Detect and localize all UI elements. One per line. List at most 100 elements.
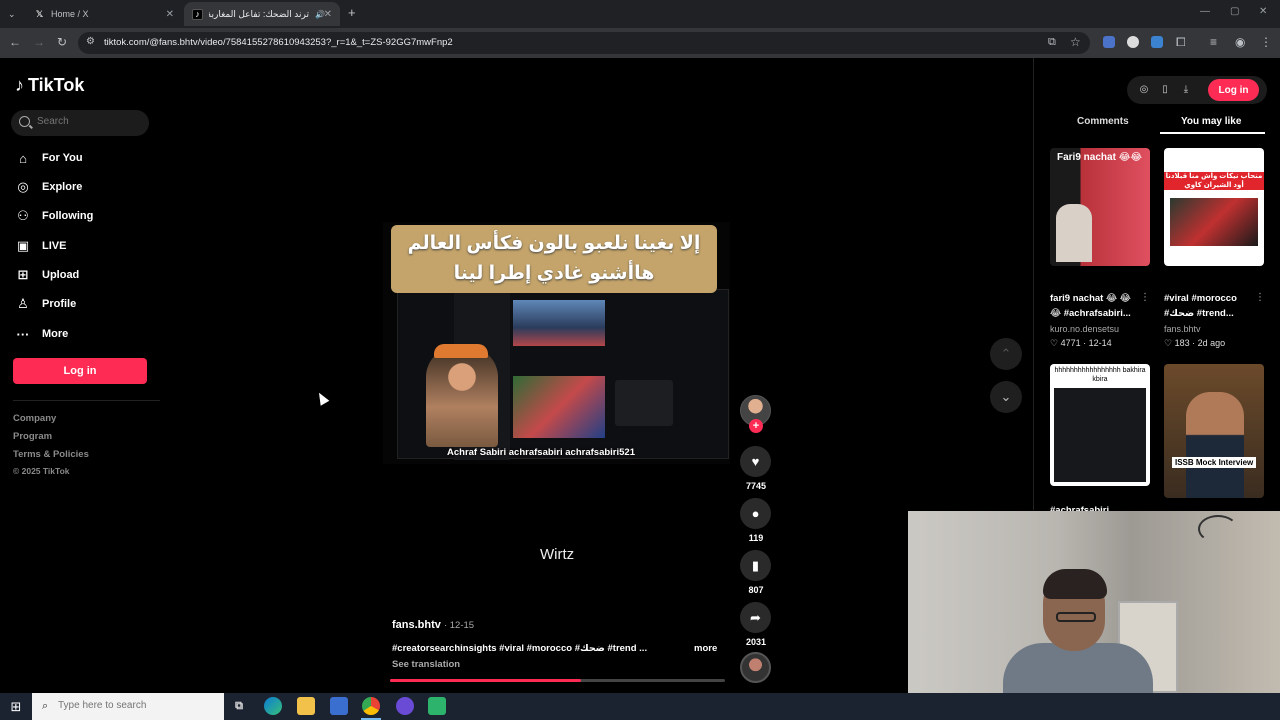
tab-title: Home / X (51, 9, 89, 19)
more-options-icon[interactable]: ⋮ (1140, 292, 1150, 303)
cast-icon[interactable]: ⧉ (1048, 36, 1056, 49)
video-content-image (513, 300, 605, 346)
video-player[interactable]: إلا بغينا نلعبو بالون فكأس العالم هاأشنو… (383, 222, 730, 464)
thumbnail-overlay-text: hhhhhhhhhhhhhhhhh bakhira kbira (1054, 367, 1146, 383)
header-login-button[interactable]: Log in (1208, 79, 1259, 101)
save-button[interactable]: ▮ (740, 550, 771, 581)
video-person-cap (434, 344, 488, 358)
download-icon[interactable]: ⤓ (1179, 83, 1193, 97)
user-icon: ⚇ (17, 208, 29, 223)
nav-for-you[interactable]: ⌂ For You (15, 148, 82, 168)
nav-profile[interactable]: ♙ Profile (15, 294, 76, 314)
previous-video-button[interactable]: ⌃ (990, 338, 1022, 370)
video-title[interactable]: #ضحك #trend... (1164, 308, 1234, 319)
store-icon[interactable] (330, 697, 348, 715)
file-explorer-icon[interactable] (297, 697, 315, 715)
discord-icon[interactable] (396, 697, 414, 715)
translate-extension-icon[interactable] (1103, 36, 1115, 48)
edge-browser-icon[interactable] (264, 697, 282, 715)
nav-label: Upload (42, 269, 80, 281)
close-window-icon[interactable]: ✕ (1259, 6, 1267, 17)
address-bar[interactable]: ⚙ tiktok.com/@fans.bhtv/video/7584155278… (78, 32, 1090, 54)
extension-icon[interactable] (1127, 36, 1139, 48)
follow-plus-icon[interactable]: + (749, 419, 763, 433)
chrome-menu-icon[interactable]: ⋮ (1260, 35, 1272, 49)
tab-x-home[interactable]: 𝕏 Home / X ✕ (26, 2, 182, 26)
video-stats: ♡ 183 · 2d ago (1164, 338, 1226, 348)
search-box[interactable] (11, 110, 149, 136)
extension-icon[interactable] (1151, 36, 1163, 48)
music-disc-avatar[interactable] (740, 652, 771, 683)
footer-terms-link[interactable]: Terms & Policies (13, 449, 89, 460)
new-tab-button[interactable]: + (348, 6, 356, 20)
thumbnail-image (1054, 388, 1146, 482)
browser-tab-bar: ⌄ 𝕏 Home / X ✕ ♪ ترند الضحك: تفاعل المغا… (0, 0, 1280, 28)
nav-following[interactable]: ⚇ Following (15, 206, 93, 226)
video-description[interactable]: #creatorsearchinsights #viral #morocco #… (392, 643, 652, 654)
app-icon[interactable] (428, 697, 446, 715)
recommended-video-thumbnail[interactable]: ISSB Mock Interview (1164, 364, 1264, 498)
video-author[interactable]: kuro.no.densetsu (1050, 324, 1119, 334)
taskbar-search-box[interactable]: ⌕ (32, 693, 224, 720)
tiktok-logo[interactable]: ♪ TikTok (15, 75, 84, 96)
thumbnail-overlay-text: منحاب نيكات واش منا قبلادنا أود الشيران … (1164, 172, 1264, 190)
video-author[interactable]: fans.bhtv · 12-15 (392, 619, 474, 631)
url-text[interactable]: tiktok.com/@fans.bhtv/video/758415527861… (104, 37, 453, 48)
like-count: 7745 (745, 481, 767, 491)
author-name[interactable]: fans.bhtv (392, 619, 441, 631)
mobile-icon[interactable]: ▯ (1158, 83, 1172, 97)
minimize-icon[interactable]: — (1200, 6, 1210, 17)
windows-start-icon[interactable]: ⊞ (0, 693, 32, 720)
webcam-person-hair (1043, 569, 1107, 599)
extensions-puzzle-icon[interactable]: ⧠ (1176, 35, 1186, 49)
explore-compass-icon[interactable]: ◎ (1137, 83, 1151, 97)
task-view-icon[interactable]: ⧉ (230, 697, 248, 715)
video-title[interactable]: 😂 #achrafsabiri... (1050, 308, 1131, 319)
video-title[interactable]: #viral #morocco (1164, 293, 1237, 304)
forward-icon[interactable]: → (33, 35, 45, 49)
back-icon[interactable]: ← (9, 35, 21, 49)
nav-upload[interactable]: ⊞ Upload (15, 265, 80, 285)
tab-you-may-like[interactable]: You may like (1181, 116, 1241, 127)
bookmark-star-icon[interactable]: ☆ (1070, 35, 1081, 49)
maximize-icon[interactable]: ▢ (1230, 6, 1239, 17)
more-link[interactable]: more (694, 643, 717, 654)
footer-company-link[interactable]: Company (13, 413, 56, 424)
copyright-text: © 2025 TikTok (13, 466, 70, 476)
like-button[interactable]: ♥ (740, 446, 771, 477)
see-translation-link[interactable]: See translation (392, 659, 460, 670)
tab-title: ترند الضحك: تفاعل المغاربة ... (209, 8, 309, 19)
footer-program-link[interactable]: Program (13, 431, 52, 442)
close-tab-icon[interactable]: ✕ (166, 9, 174, 20)
video-progress-bar[interactable] (390, 679, 725, 682)
recommended-video-thumbnail[interactable]: منحاب نيكات واش منا قبلادنا أود الشيران … (1164, 148, 1264, 266)
tiktok-note-icon: ♪ (15, 75, 24, 95)
tab-comments[interactable]: Comments (1077, 116, 1129, 127)
close-tab-icon[interactable]: ✕ (324, 9, 332, 20)
share-button[interactable]: ➦ (740, 602, 771, 633)
recommended-video-thumbnail[interactable]: hhhhhhhhhhhhhhhhh bakhira kbira (1050, 364, 1150, 486)
sidebar-login-button[interactable]: Log in (13, 358, 147, 384)
profile-icon[interactable]: ◉ (1235, 35, 1245, 49)
recommended-video-thumbnail[interactable]: Fari9 nachat 😂😂 (1050, 148, 1150, 266)
more-options-icon[interactable]: ⋮ (1255, 292, 1265, 303)
search-icon: ⌕ (42, 700, 49, 712)
nav-live[interactable]: ▣ LIVE (15, 236, 67, 256)
site-info-icon[interactable]: ⚙ (86, 36, 95, 47)
tab-list-chevron-icon[interactable]: ⌄ (8, 7, 16, 21)
video-author[interactable]: fans.bhtv (1164, 324, 1201, 334)
chrome-browser-icon[interactable] (362, 697, 380, 715)
video-title[interactable]: fari9 nachat 😂 😂 (1050, 293, 1131, 304)
reload-icon[interactable]: ↻ (57, 35, 67, 49)
nav-label: LIVE (42, 240, 67, 252)
taskbar-search-input[interactable] (58, 700, 218, 711)
media-control-icon[interactable]: ≡ (1210, 35, 1217, 49)
tab-tiktok-video[interactable]: ♪ ترند الضحك: تفاعل المغاربة ... 🔊 ✕ (184, 2, 340, 26)
nav-explore[interactable]: ◎ Explore (15, 177, 82, 197)
comment-button[interactable]: ● (740, 498, 771, 529)
comment-icon: ● (751, 506, 760, 521)
next-video-button[interactable]: ⌄ (990, 381, 1022, 413)
nav-more[interactable]: ··· More (15, 324, 69, 344)
search-input[interactable] (37, 116, 142, 127)
save-count: 807 (748, 585, 764, 595)
